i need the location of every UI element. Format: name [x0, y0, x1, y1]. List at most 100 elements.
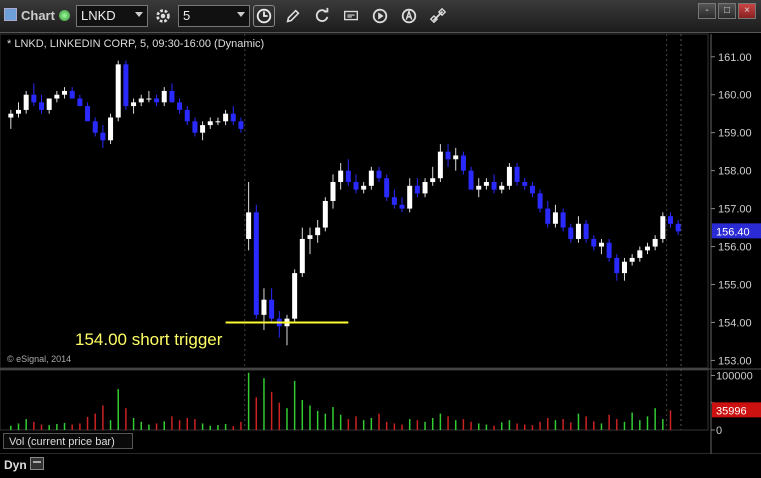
candle-body	[184, 109, 190, 122]
candle-body	[108, 117, 114, 141]
candle-body	[407, 185, 413, 209]
candle-body	[460, 155, 466, 171]
candle-body	[644, 246, 650, 251]
candle-body	[269, 299, 275, 319]
candle-body	[391, 197, 397, 205]
candle-body	[315, 227, 321, 236]
candle-body	[299, 238, 305, 274]
candle-body	[353, 182, 359, 190]
candle-body	[468, 170, 474, 190]
candle-body	[62, 90, 68, 95]
candle-body	[223, 113, 229, 122]
vol-tick-label: 0	[716, 425, 722, 437]
candle-body	[368, 170, 374, 186]
candle-body	[215, 121, 221, 123]
candle-body	[560, 212, 566, 228]
candle-body	[568, 227, 574, 239]
candle-body	[552, 212, 558, 224]
candle-body	[46, 98, 52, 110]
candle-body	[652, 238, 658, 247]
candle-body	[154, 98, 160, 103]
candle-body	[253, 212, 259, 315]
candle-body	[384, 178, 390, 198]
price-tick-label: 157.00	[718, 204, 752, 216]
candle-body	[23, 94, 29, 110]
candle-body	[69, 90, 75, 99]
grid	[0, 33, 761, 455]
candle-body	[361, 185, 367, 190]
candle-body	[621, 261, 627, 274]
candle-body	[491, 182, 497, 190]
candle-body	[92, 121, 98, 133]
candle-body	[169, 90, 175, 103]
candle-body	[522, 182, 528, 186]
volume-study-label[interactable]: Vol (current price bar)	[3, 433, 133, 449]
candle-body	[200, 125, 206, 133]
candle-body	[529, 185, 535, 194]
candle-body	[115, 64, 121, 118]
chart-area[interactable]: 161.00 160.00 159.00 158.00 157.00 156.00 155.…	[0, 0, 761, 478]
candle-body	[146, 98, 152, 100]
candle-body	[545, 208, 551, 224]
price-tick-label: 160.00	[718, 90, 752, 102]
candle-body	[445, 151, 451, 160]
candle-body	[399, 204, 405, 209]
price-tick-label: 159.00	[718, 128, 752, 140]
candle-body	[476, 185, 482, 190]
candle-body	[376, 170, 382, 179]
price-tick-label: 156.00	[718, 242, 752, 254]
trigger-annotation: 154.00 short trigger	[75, 330, 223, 349]
copyright: © eSignal, 2014	[7, 354, 72, 364]
candle-body	[100, 132, 106, 141]
calendar-icon[interactable]	[30, 457, 44, 470]
candle-body	[322, 201, 328, 228]
candle-body	[598, 242, 604, 247]
candle-body	[307, 235, 313, 239]
candle-body	[8, 113, 14, 118]
candle-body	[667, 216, 673, 224]
bottom-bar	[0, 454, 761, 478]
candle-body	[606, 242, 612, 258]
chart-header: * LNKD, LINKEDIN CORP, 5, 09:30-16:00 (D…	[7, 38, 265, 50]
candle-body	[54, 94, 60, 99]
candle-body	[292, 273, 298, 319]
candle-body	[261, 299, 267, 315]
price-tick-label: 153.00	[718, 355, 752, 367]
candle-body	[238, 121, 244, 129]
candle-body	[230, 113, 236, 122]
candle-body	[123, 64, 129, 107]
candle-body	[629, 257, 635, 262]
candle-body	[161, 90, 167, 103]
price-tick-label: 161.00	[718, 52, 752, 64]
price-tick-label: 155.00	[718, 280, 752, 292]
candle-body	[131, 102, 137, 107]
candle-body	[591, 238, 597, 247]
candle-body	[422, 182, 428, 194]
candle-body	[207, 121, 213, 126]
candle-body	[192, 121, 198, 133]
price-tick-label: 154.00	[718, 317, 752, 329]
candle-body	[414, 185, 420, 194]
last-volume-label: 35996	[716, 405, 747, 417]
volume-pane	[0, 369, 709, 431]
candle-body	[16, 109, 22, 114]
candle-body	[575, 223, 581, 239]
candle-body	[660, 216, 666, 239]
candle-body	[675, 223, 681, 232]
candle-body	[330, 182, 336, 201]
dynamic-button[interactable]: Dyn	[4, 458, 27, 472]
candle-body	[246, 212, 252, 239]
candle-body	[39, 102, 45, 110]
candle-body	[430, 178, 436, 183]
last-price-label: 156.40	[716, 226, 750, 238]
candle-body	[338, 170, 344, 183]
candle-body	[77, 98, 83, 107]
candle-body	[453, 155, 459, 160]
candle-body	[637, 250, 643, 258]
candle-body	[583, 223, 589, 239]
candle-body	[85, 106, 91, 122]
vol-tick-label: 100000	[716, 370, 753, 382]
candle-body	[31, 94, 37, 103]
candle-body	[514, 166, 520, 183]
candle-body	[499, 185, 505, 190]
